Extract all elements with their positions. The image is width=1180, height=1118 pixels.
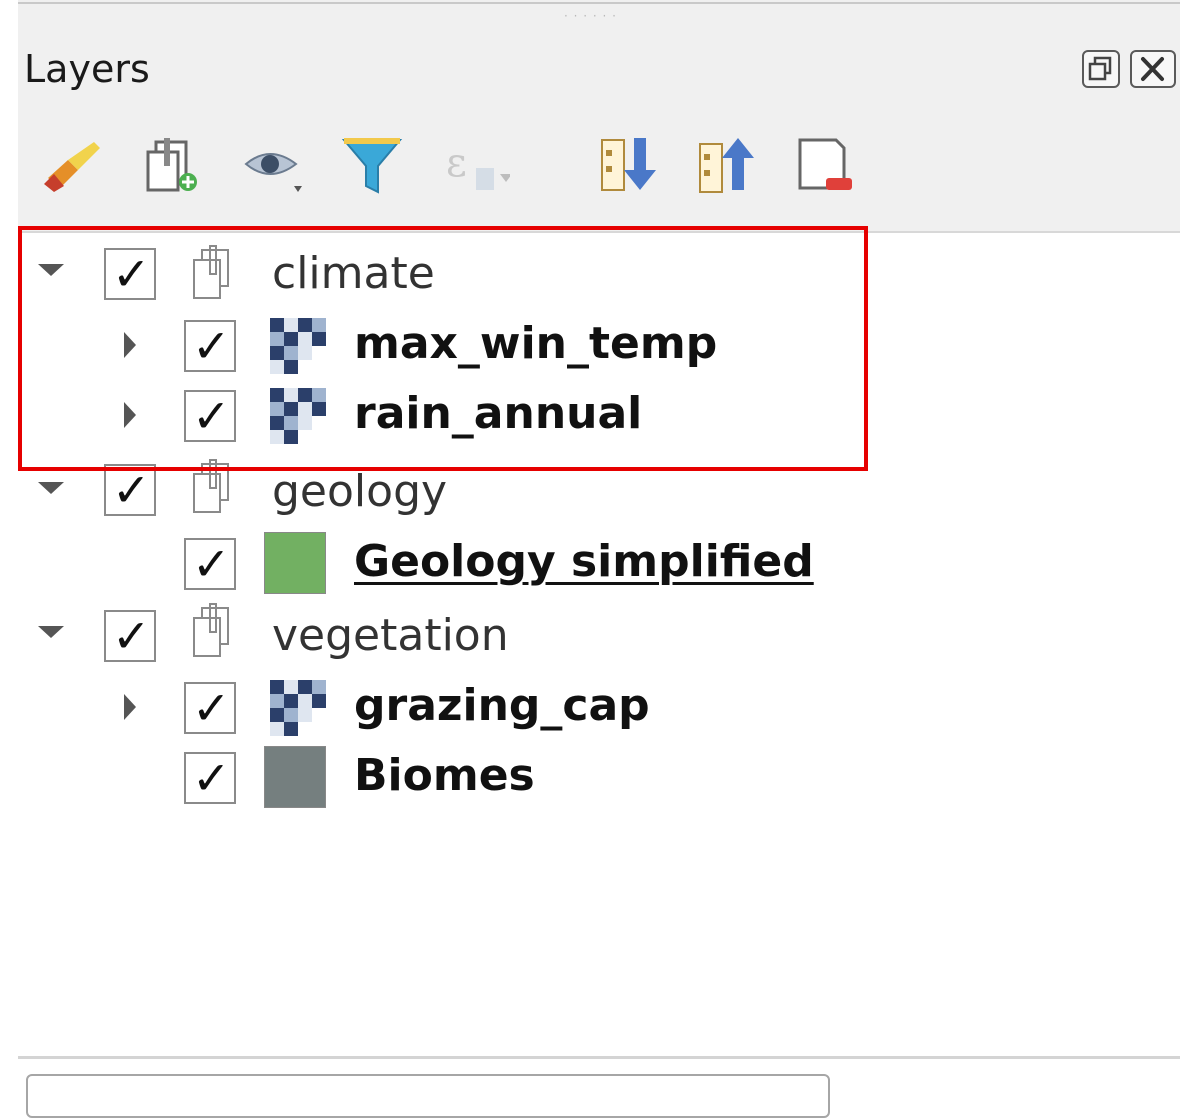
visibility-eye-icon[interactable] [240,130,310,202]
remove-layer-icon[interactable] [792,130,862,202]
panel-header: · · · · · · Layers ε [18,0,1180,233]
expand-arrow-icon[interactable] [36,478,66,498]
tree-layer-grazing-cap[interactable]: ✓ grazing_cap [18,674,1180,744]
panel-bottom-border [18,1056,1180,1059]
layer-checkbox[interactable]: ✓ [184,751,236,805]
highlight-box [18,226,868,471]
add-group-icon[interactable] [138,130,208,202]
layer-label: Geology simplified [354,536,814,587]
style-brush-icon[interactable] [38,130,108,202]
tree-layer-biomes[interactable]: ✓ Biomes [18,744,1180,814]
layers-panel: · · · · · · Layers ε ✓ climate ✓ max_win… [18,0,1180,1118]
collapse-all-icon[interactable] [694,130,764,202]
fill-swatch-icon [264,532,326,594]
close-icon[interactable] [1130,50,1176,88]
panel-top-border [18,2,1180,4]
filter-icon[interactable] [338,130,408,202]
group-checkbox[interactable]: ✓ [104,463,156,517]
group-checkbox[interactable]: ✓ [104,609,156,663]
panel-title: Layers [24,47,150,91]
layer-label: Biomes [354,750,535,801]
bottom-field[interactable] [26,1074,830,1118]
expand-arrow-icon[interactable] [120,692,140,722]
float-icon[interactable] [1082,50,1120,88]
fill-swatch-icon [264,746,326,808]
layer-checkbox[interactable]: ✓ [184,537,236,591]
tree-group-vegetation[interactable]: ✓ vegetation [18,602,1180,672]
group-label: vegetation [272,610,509,661]
drag-grip-icon[interactable]: · · · · · · [564,10,617,22]
layer-label: grazing_cap [354,680,650,731]
layer-checkbox[interactable]: ✓ [184,681,236,735]
svg-text:ε: ε [446,140,467,186]
expand-arrow-icon[interactable] [36,622,66,642]
group-label: geology [272,466,448,517]
expand-all-icon[interactable] [596,130,666,202]
expression-filter-icon[interactable]: ε [440,130,510,202]
group-folder-icon [193,603,229,657]
tree-layer-geology-simplified[interactable]: ✓ Geology simplified [18,530,1180,600]
raster-layer-icon [270,680,326,736]
